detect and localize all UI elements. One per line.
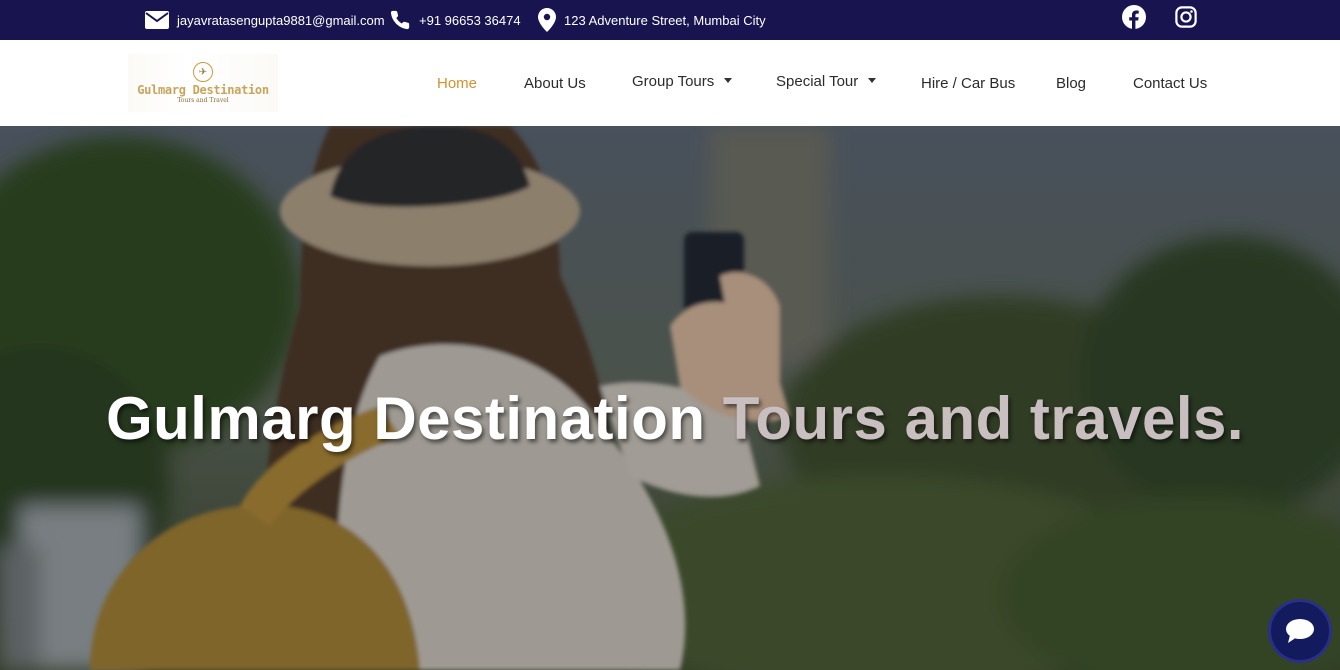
address-contact: 123 Adventure Street, Mumbai City [538, 0, 766, 40]
phone-text: +91 96653 36474 [419, 12, 521, 28]
globe-icon: ✈ [193, 62, 213, 82]
site-header: ✈ Gulmarg Destination Tours and Travel H… [0, 40, 1340, 126]
nav-special-tour[interactable]: Special Tour [776, 38, 877, 124]
nav-about-us[interactable]: About Us [524, 40, 586, 126]
top-contact-bar: jayavratasengupta9881@gmail.com +91 9665… [0, 0, 1340, 40]
instagram-icon [1175, 6, 1197, 28]
logo-title: Gulmarg Destination [137, 83, 269, 97]
email-text: jayavratasengupta9881@gmail.com [177, 12, 385, 28]
hero-title-accent: Tours and travels. [722, 385, 1245, 452]
map-marker-icon [538, 8, 556, 32]
nav-group-tours-label: Group Tours [632, 72, 715, 90]
nav-hire-label: Hire / Car Bus [921, 74, 1016, 92]
phone-icon [390, 10, 410, 30]
nav-group-tours[interactable]: Group Tours [632, 38, 733, 124]
nav-blog[interactable]: Blog [1056, 40, 1086, 126]
address-text: 123 Adventure Street, Mumbai City [564, 12, 766, 28]
chevron-down-icon [724, 77, 733, 83]
hero-title-main: Gulmarg Destination [105, 385, 706, 452]
nav-special-tour-label: Special Tour [776, 72, 859, 90]
nav-home-label: Home [437, 74, 478, 92]
hero-title: Gulmarg Destination Tours and travels. [0, 384, 1340, 453]
instagram-link[interactable] [1173, 4, 1199, 30]
facebook-link[interactable] [1121, 4, 1147, 30]
email-contact[interactable]: jayavratasengupta9881@gmail.com [145, 0, 385, 40]
nav-contact-label: Contact Us [1133, 74, 1208, 92]
envelope-icon [145, 11, 169, 29]
nav-hire-car-bus[interactable]: Hire / Car Bus [921, 40, 1015, 126]
nav-about-label: About Us [524, 74, 586, 92]
site-logo[interactable]: ✈ Gulmarg Destination Tours and Travel [128, 54, 278, 112]
chat-button[interactable] [1268, 599, 1332, 663]
logo-subtitle: Tours and Travel [177, 97, 229, 104]
nav-home[interactable]: Home [437, 40, 477, 126]
chat-bubble-icon [1286, 619, 1314, 643]
facebook-icon [1122, 5, 1146, 29]
nav-contact-us[interactable]: Contact Us [1133, 40, 1207, 126]
nav-blog-label: Blog [1056, 74, 1087, 92]
hero-banner: Gulmarg Destination Tours and travels. [0, 126, 1340, 670]
phone-contact[interactable]: +91 96653 36474 [389, 0, 521, 40]
chevron-down-icon [868, 77, 877, 83]
